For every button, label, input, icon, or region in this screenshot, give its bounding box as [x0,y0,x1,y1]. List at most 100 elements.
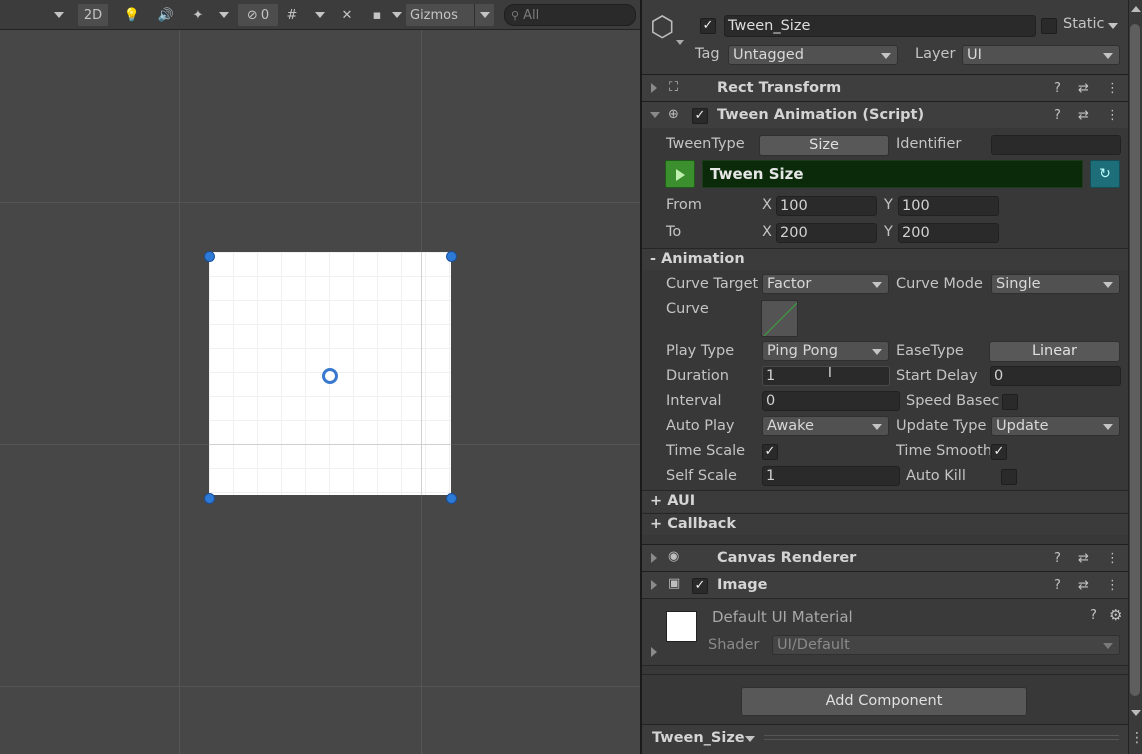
presets-icon[interactable]: ⇄ [1078,551,1089,566]
help-icon[interactable]: ? [1090,608,1097,623]
rect-transform-header[interactable]: ⛶ Rect Transform ? ⇄ ⋮ [642,74,1128,101]
tween-title-bar: Tween Size [702,160,1083,188]
refresh-icon[interactable]: ↻ [1090,160,1120,188]
callback-section-header[interactable]: + Callback [642,513,1128,535]
pivot-handle[interactable] [322,368,338,384]
chevron-down-icon [1103,643,1113,649]
camera-icon[interactable]: ▪ [366,4,388,26]
time-scale-checkbox[interactable]: ✓ [762,444,778,460]
start-delay-field[interactable]: 0 [990,366,1121,386]
ease-type-button[interactable]: Linear [989,341,1120,362]
lighting-icon[interactable]: 💡 [120,4,144,26]
foldout-arrow-icon[interactable] [651,83,657,93]
auto-play-dropdown[interactable]: Awake [762,416,889,436]
image-enabled-checkbox[interactable]: ✓ [692,578,708,594]
object-name-field[interactable]: Tween_Size [724,15,1036,37]
to-y-field[interactable]: 200 [898,223,999,243]
rect-transform-icon: ⛶ [669,80,679,95]
shading-mode-dropdown[interactable] [8,4,70,26]
presets-icon[interactable]: ⇄ [1078,108,1089,123]
resize-handle-bottom-right[interactable] [446,493,457,504]
update-type-dropdown[interactable]: Update [991,416,1120,436]
scroll-down-icon[interactable] [1131,710,1141,716]
foldout-arrow-icon[interactable] [651,580,657,590]
script-icon: ⊕ [668,107,679,122]
component-enabled-checkbox[interactable]: ✓ [692,108,708,124]
help-icon[interactable]: ? [1054,81,1061,96]
more-menu-icon[interactable]: ⋮ [1106,81,1119,96]
chevron-down-icon[interactable] [676,40,684,45]
tools-icon[interactable]: ✕ [336,4,358,26]
scroll-up-icon[interactable] [1131,6,1141,12]
layer-dropdown[interactable]: UI [962,45,1120,65]
canvas-renderer-header[interactable]: ◉ Canvas Renderer ? ⇄ ⋮ [642,544,1128,571]
camera-dropdown[interactable] [388,4,406,26]
self-scale-field[interactable]: 1 [762,466,900,486]
presets-icon[interactable]: ⇄ [1078,81,1089,96]
more-menu-icon[interactable]: ⋮ [1106,108,1119,123]
grid-icon[interactable]: # [282,4,302,26]
self-scale-label: Self Scale [666,468,737,484]
resize-handle-top-right[interactable] [446,251,457,262]
animation-section-header[interactable]: - Animation [642,248,1128,270]
divider [642,674,1128,675]
from-x-field[interactable]: 100 [776,196,877,216]
time-smooth-label: Time Smooth [896,443,990,459]
chevron-down-icon [1103,53,1113,59]
grid-dropdown[interactable] [310,4,330,26]
play-type-label: Play Type [666,343,735,359]
tween-animation-header[interactable]: ⊕ ✓ Tween Animation (Script) ? ⇄ ⋮ [642,101,1128,128]
foldout-arrow-icon[interactable] [651,647,657,657]
scene-visibility-toggle[interactable]: ⊘ 0 [238,4,278,26]
curve-field[interactable] [761,300,798,337]
time-smooth-checkbox[interactable]: ✓ [991,444,1007,460]
effects-dropdown[interactable] [214,4,234,26]
shader-dropdown[interactable]: UI/Default [772,635,1120,655]
duration-field[interactable]: 1 [762,366,890,386]
foldout-arrow-icon[interactable] [651,553,657,563]
aui-section-header[interactable]: + AUI [642,490,1128,512]
resize-handle-bottom-left[interactable] [204,493,215,504]
scene-view[interactable]: 2D 💡 🔊 ✦ ⊘ 0 # ✕ ▪ Gizmos ⚲ All [0,0,640,754]
update-type-label: Update Type [896,418,987,434]
from-y-field[interactable]: 100 [898,196,999,216]
add-component-button[interactable]: Add Component [741,687,1027,716]
footer-drag-handle[interactable] [764,735,1119,740]
presets-icon[interactable]: ⇄ [1078,578,1089,593]
more-menu-icon[interactable]: ⋮ [1106,551,1119,566]
help-icon[interactable]: ? [1054,551,1061,566]
scene-search-input[interactable]: ⚲ All [504,4,636,26]
active-checkbox[interactable]: ✓ [700,18,716,34]
material-preview[interactable] [666,611,697,642]
toggle-2d-button[interactable]: 2D [78,4,108,26]
tag-dropdown[interactable]: Untagged [728,45,898,65]
auto-kill-checkbox[interactable] [1001,469,1017,485]
scrollbar-thumb[interactable] [1130,24,1140,696]
gizmos-dropdown[interactable] [474,4,494,26]
resize-handle-top-left[interactable] [204,251,215,262]
to-x-field[interactable]: 200 [776,223,877,243]
foldout-arrow-icon[interactable] [650,112,660,118]
gizmos-button[interactable]: Gizmos [406,4,494,26]
more-menu-icon[interactable]: ⋮ [1130,730,1142,746]
image-component-header[interactable]: ▣ ✓ Image ? ⇄ ⋮ [642,571,1128,598]
help-icon[interactable]: ? [1054,108,1061,123]
more-menu-icon[interactable]: ⋮ [1106,578,1119,593]
static-checkbox[interactable] [1041,18,1057,34]
curve-target-dropdown[interactable]: Factor [762,274,889,294]
static-dropdown-arrow[interactable] [1108,23,1118,29]
curve-mode-dropdown[interactable]: Single [991,274,1120,294]
help-icon[interactable]: ? [1054,578,1061,593]
footer-object-name[interactable]: Tween_Size [652,730,745,746]
audio-icon[interactable]: 🔊 [154,4,178,26]
interval-field[interactable]: 0 [762,391,900,411]
gear-icon[interactable]: ⚙ [1109,606,1122,624]
play-button[interactable] [665,160,695,188]
effects-icon[interactable]: ✦ [186,4,210,26]
play-type-dropdown[interactable]: Ping Pong [762,341,889,361]
tween-type-button[interactable]: Size [759,135,889,156]
chevron-down-icon[interactable] [745,736,755,742]
speed-based-checkbox[interactable] [1002,394,1018,410]
mode-2d-label: 2D [83,7,103,23]
identifier-field[interactable] [991,135,1121,155]
